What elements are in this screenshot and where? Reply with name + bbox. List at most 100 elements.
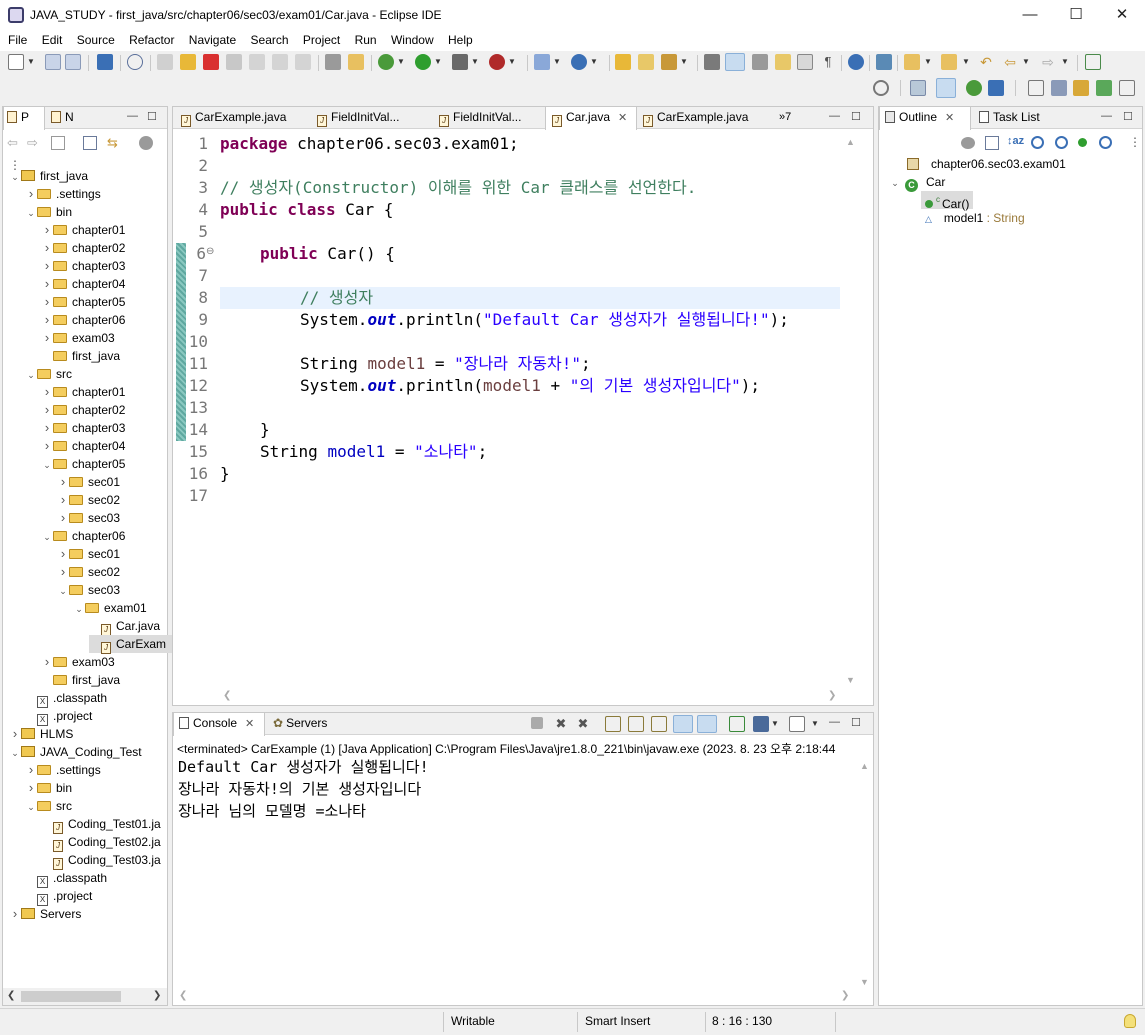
menu-window[interactable]: Window <box>391 31 434 47</box>
fold-icon[interactable]: ⊖ <box>206 246 214 257</box>
word-wrap-icon[interactable] <box>797 54 813 70</box>
menu-file[interactable]: File <box>8 31 27 47</box>
terminate-console-icon[interactable] <box>531 717 543 729</box>
open-task-icon[interactable] <box>638 54 654 70</box>
collapse-arrow-icon[interactable]: ⌄ <box>25 204 37 222</box>
tree-item[interactable]: › sec03 <box>57 509 120 527</box>
tab-fieldinitval-1[interactable]: J FieldInitVal... <box>313 107 443 129</box>
forward-nav-icon[interactable]: ⇨ <box>27 135 38 151</box>
pin-editor-icon[interactable] <box>1085 54 1101 70</box>
team-sync-icon[interactable] <box>1073 80 1089 96</box>
menu-edit[interactable]: Edit <box>42 31 63 47</box>
tree-item[interactable]: › exam03 <box>41 653 115 671</box>
tab-navigator[interactable]: N <box>47 107 87 129</box>
tree-item[interactable]: › bin <box>25 779 72 797</box>
explorer-hscroll[interactable]: ❮ ❯ <box>3 988 167 1005</box>
step-over-icon[interactable] <box>272 54 288 70</box>
outline-field[interactable]: △ model1 : String <box>925 209 1025 227</box>
collapse-arrow-icon[interactable]: ⌄ <box>25 798 37 816</box>
tree-item[interactable]: ⌄ sec03 <box>57 581 120 599</box>
minimize-view-icon[interactable]: — <box>1101 110 1112 122</box>
remove-all-icon[interactable]: ✖ <box>575 716 591 732</box>
tree-item[interactable]: › chapter05 <box>41 293 126 311</box>
tree-item[interactable]: J Car.java <box>89 617 160 636</box>
lightbulb-icon[interactable] <box>1124 1014 1136 1028</box>
expand-arrow-icon[interactable]: › <box>41 437 53 455</box>
debug-icon[interactable] <box>378 54 394 70</box>
expand-arrow-icon[interactable]: › <box>41 257 53 275</box>
link-editor-icon[interactable]: ⇆ <box>107 135 121 150</box>
pilcrow-icon[interactable]: ¶ <box>820 54 836 70</box>
run-icon[interactable] <box>415 54 431 70</box>
pin-console-icon[interactable] <box>729 716 745 732</box>
mark-occurrences-icon[interactable] <box>725 53 745 71</box>
hide-nonpublic-icon[interactable] <box>1078 138 1087 147</box>
display-console-icon[interactable] <box>753 716 769 732</box>
maximize-console-icon[interactable]: ☐ <box>851 716 861 729</box>
tree-item[interactable]: › chapter04 <box>41 437 126 455</box>
console-vscroll[interactable]: ▲ ▼ <box>857 757 873 989</box>
tree-item[interactable]: X .classpath <box>25 869 107 888</box>
tree-item[interactable]: › sec02 <box>57 491 120 509</box>
remove-launch-icon[interactable]: ✖ <box>553 716 569 732</box>
tree-item[interactable]: › chapter02 <box>41 239 126 257</box>
hide-local-types-icon[interactable] <box>1099 136 1112 149</box>
menu-refactor[interactable]: Refactor <box>129 31 174 47</box>
maximize-button[interactable]: ☐ <box>1053 0 1099 31</box>
tree-item[interactable]: J Coding_Test02.ja <box>41 833 161 852</box>
tab-overflow[interactable]: »7 <box>779 107 803 129</box>
terminate-icon[interactable] <box>203 54 219 70</box>
expand-arrow-icon[interactable]: › <box>41 293 53 311</box>
menu-help[interactable]: Help <box>448 31 473 47</box>
tab-servers[interactable]: ✿ Servers <box>269 713 339 735</box>
minimize-console-icon[interactable]: — <box>829 716 840 728</box>
collapse-arrow-icon[interactable]: ⌄ <box>889 174 901 192</box>
collapse-arrow-icon[interactable]: ⌄ <box>41 528 53 546</box>
tab-carexample-2[interactable]: J CarExample.java <box>639 107 769 129</box>
tab-package-explorer[interactable]: P <box>3 107 45 130</box>
minimize-button[interactable]: — <box>1007 0 1053 31</box>
terminal-icon[interactable] <box>97 54 113 70</box>
menu-search[interactable]: Search <box>251 31 289 47</box>
open-console-icon[interactable] <box>789 716 805 732</box>
hide-static-icon[interactable] <box>1055 136 1068 149</box>
collapse-arrow-icon[interactable]: ⌄ <box>73 600 85 618</box>
open-perspective-icon[interactable] <box>910 80 926 96</box>
tree-item[interactable]: ⌄ exam01 <box>73 599 146 618</box>
maximize-view-icon[interactable]: ☐ <box>1123 110 1133 123</box>
forward-icon[interactable]: ⇨ <box>1040 54 1056 70</box>
tree-item[interactable]: ⌄ chapter05 <box>41 455 125 473</box>
expand-arrow-icon[interactable]: › <box>41 419 53 437</box>
tree-item[interactable]: › chapter03 <box>41 419 126 437</box>
expand-arrow-icon[interactable]: › <box>25 185 37 203</box>
back-nav-icon[interactable]: ⇦ <box>7 135 18 151</box>
expand-arrow-icon[interactable]: › <box>57 509 69 527</box>
expand-arrow-icon[interactable]: › <box>57 545 69 563</box>
expand-arrow-icon[interactable]: › <box>41 329 53 347</box>
tree-item[interactable]: › .settings <box>25 761 101 779</box>
expand-arrow-icon[interactable]: › <box>57 473 69 491</box>
disconnect-icon[interactable] <box>226 54 242 70</box>
tree-item[interactable]: J Coding_Test01.ja <box>41 815 161 834</box>
menu-project[interactable]: Project <box>303 31 340 47</box>
tab-outline[interactable]: Outline ✕ <box>879 107 971 130</box>
expand-arrow-icon[interactable]: › <box>41 239 53 257</box>
collapse-arrow-icon[interactable]: ⌄ <box>9 168 21 186</box>
console-hscroll[interactable]: ❮ ❯ <box>173 989 857 1005</box>
word-wrap-console-icon[interactable] <box>651 716 667 732</box>
expand-arrow-icon[interactable]: › <box>9 905 21 923</box>
tree-item[interactable]: › chapter06 <box>41 311 126 329</box>
tree-item[interactable]: X .project <box>25 707 92 726</box>
tree-item[interactable]: J Coding_Test03.ja <box>41 851 161 870</box>
collapse-all-icon[interactable] <box>985 136 999 150</box>
show-whitespace-icon[interactable] <box>775 54 791 70</box>
drop-to-frame-icon[interactable] <box>325 54 341 70</box>
maximize-editor-icon[interactable]: ☐ <box>851 110 861 123</box>
tree-item[interactable]: X .classpath <box>25 689 107 708</box>
java-ee-perspective-icon[interactable] <box>936 78 956 98</box>
coverage-icon[interactable] <box>452 54 468 70</box>
restore-icon[interactable] <box>1028 80 1044 96</box>
tree-item[interactable]: ⌄ JAVA_Coding_Test <box>9 743 141 761</box>
collapse-all-icon[interactable] <box>83 136 97 150</box>
external-tools-icon[interactable] <box>489 54 505 70</box>
